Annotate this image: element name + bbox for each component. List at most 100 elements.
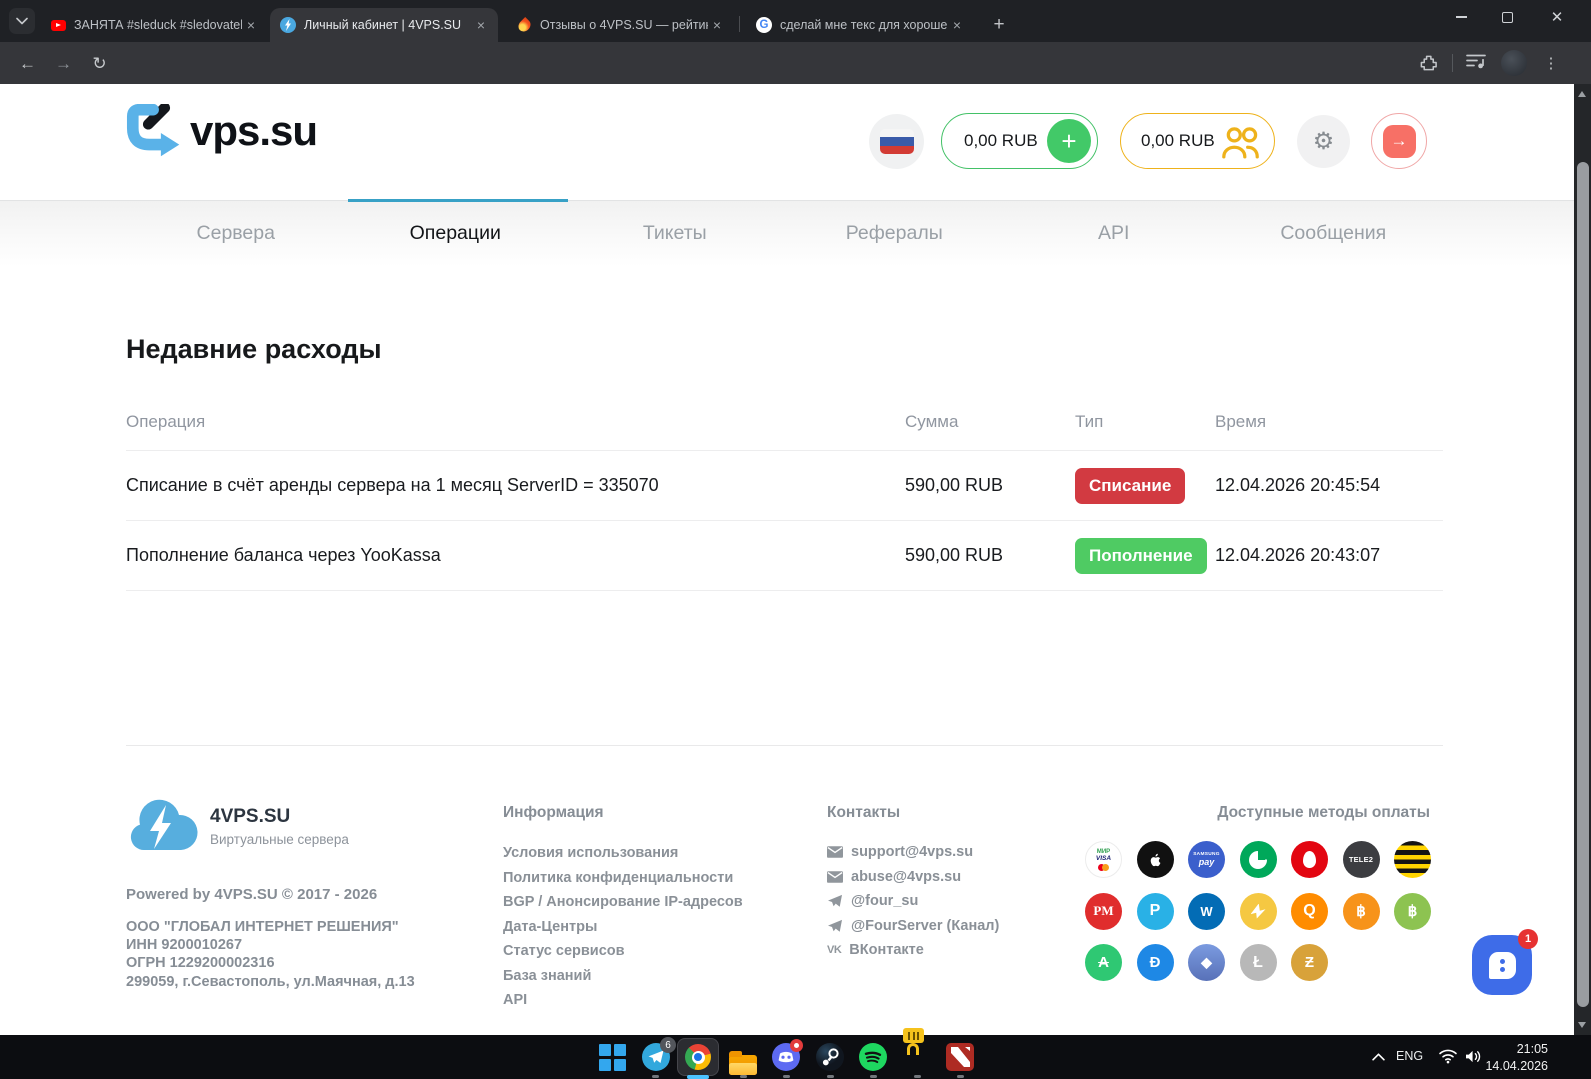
- tab-close-icon[interactable]: ×: [948, 16, 966, 34]
- page-content: vps.su 0,00 RUB + 0,00 RUB ⚙ → Сер: [0, 84, 1574, 1035]
- nav-item-tickets[interactable]: Тикеты: [565, 200, 785, 266]
- nav-item-api[interactable]: API: [1004, 200, 1224, 266]
- tab-separator: [739, 16, 740, 32]
- dota2-icon: [946, 1043, 974, 1071]
- scroll-up-arrow-icon[interactable]: [1578, 91, 1586, 97]
- taskbar-password-lock[interactable]: [903, 1043, 931, 1071]
- payment-apple-pay-icon: [1137, 841, 1174, 878]
- logo-arrow-icon: [126, 104, 188, 158]
- contact-telegram-support[interactable]: @four_su: [827, 893, 999, 909]
- referral-balance-pill[interactable]: 0,00 RUB: [1120, 113, 1275, 169]
- link-bgp[interactable]: BGP / Анонсирование IP-адресов: [503, 895, 743, 910]
- link-terms[interactable]: Условия использования: [503, 846, 743, 861]
- window-maximize-button[interactable]: [1484, 0, 1530, 34]
- running-indicator: [783, 1075, 790, 1078]
- column-header-time: Время: [1215, 412, 1443, 432]
- window-minimize-button[interactable]: [1438, 0, 1484, 34]
- payment-payeer-icon: P: [1137, 893, 1174, 930]
- taskbar-steam[interactable]: [816, 1043, 844, 1071]
- footer-info-title: Информация: [503, 804, 604, 822]
- tab-close-icon[interactable]: ×: [472, 16, 490, 34]
- nav-item-messages[interactable]: Сообщения: [1224, 200, 1444, 266]
- folder-icon: [729, 1055, 757, 1075]
- link-datacenters[interactable]: Дата-Центры: [503, 920, 743, 935]
- nav-item-referrals[interactable]: Рефералы: [785, 200, 1005, 266]
- tray-time: 21:05: [1478, 1041, 1548, 1058]
- contact-support-email[interactable]: support@4vps.su: [827, 844, 999, 860]
- tray-chevron-up-icon[interactable]: [1372, 1048, 1385, 1066]
- taskbar-file-explorer[interactable]: [729, 1043, 757, 1071]
- windows-logo-icon: [598, 1043, 626, 1072]
- footer-info-links: Условия использования Политика конфиденц…: [503, 846, 743, 1008]
- discord-notification-badge: [790, 1039, 803, 1052]
- payment-bitcoin-cash-icon: ฿: [1394, 893, 1431, 930]
- tab-youtube[interactable]: ЗАНЯТА #sleduck #sledovatel # ×: [40, 8, 268, 42]
- new-tab-button[interactable]: +: [986, 12, 1012, 38]
- company-inn: ИНН 9200010267: [126, 936, 415, 954]
- contact-vk[interactable]: VK ВКонтакте: [827, 942, 999, 958]
- balance-pill[interactable]: 0,00 RUB +: [941, 113, 1098, 169]
- link-status[interactable]: Статус сервисов: [503, 944, 743, 959]
- tab-close-icon[interactable]: ×: [708, 16, 726, 34]
- browser-tab-bar: ЗАНЯТА #sleduck #sledovatel # × Личный к…: [0, 0, 1591, 42]
- operation-cell: Пополнение баланса через YooKassa: [126, 545, 905, 566]
- settings-button[interactable]: ⚙: [1297, 115, 1350, 168]
- media-controls-icon[interactable]: [1466, 53, 1486, 75]
- tray-clock[interactable]: 21:05 14.04.2026: [1478, 1041, 1548, 1074]
- referrals-people-icon: [1220, 125, 1262, 160]
- scrollbar-thumb[interactable]: [1577, 162, 1589, 1007]
- tray-language[interactable]: ENG: [1396, 1049, 1423, 1063]
- payment-beeline-icon: [1394, 841, 1431, 878]
- extensions-icon[interactable]: [1419, 53, 1438, 77]
- browser-menu-icon[interactable]: ⋮: [1541, 50, 1561, 76]
- table-header-row: Операция Сумма Тип Время: [126, 400, 1443, 450]
- column-header-type: Тип: [1075, 412, 1215, 432]
- referral-amount: 0,00 RUB: [1141, 131, 1215, 151]
- payment-litecoin-icon: Ł: [1240, 944, 1277, 981]
- taskbar-spotify[interactable]: [859, 1043, 887, 1071]
- mail-icon: [827, 846, 843, 858]
- column-header-operation: Операция: [126, 412, 905, 432]
- wifi-icon[interactable]: [1438, 1048, 1458, 1069]
- table-row: Списание в счёт аренды сервера на 1 меся…: [126, 450, 1443, 520]
- site-logo[interactable]: vps.su: [126, 104, 317, 158]
- payment-tele2-icon: TELE2: [1343, 841, 1380, 878]
- contact-abuse-email[interactable]: abuse@4vps.su: [827, 869, 999, 885]
- link-privacy[interactable]: Политика конфиденциальности: [503, 871, 743, 886]
- windows-taskbar: 6: [0, 1035, 1591, 1079]
- start-button[interactable]: [598, 1043, 626, 1071]
- link-knowledge-base[interactable]: База знаний: [503, 969, 743, 984]
- transactions-table: Операция Сумма Тип Время Списание в счёт…: [126, 400, 1443, 591]
- profile-avatar[interactable]: [1501, 50, 1527, 76]
- amount-cell: 590,00 RUB: [905, 475, 1075, 496]
- window-close-button[interactable]: ✕: [1534, 0, 1580, 34]
- forward-button[interactable]: →: [50, 50, 77, 77]
- russia-flag-icon: [880, 129, 914, 154]
- taskbar-dota2[interactable]: [946, 1043, 974, 1071]
- tab-close-icon[interactable]: ×: [242, 16, 260, 34]
- type-badge-credit: Пополнение: [1075, 538, 1207, 574]
- nav-item-operations[interactable]: Операции: [346, 200, 566, 266]
- page-scrollbar[interactable]: [1574, 84, 1591, 1035]
- logout-button[interactable]: →: [1371, 113, 1427, 169]
- scroll-down-arrow-icon[interactable]: [1578, 1022, 1586, 1028]
- tab-search-button[interactable]: [9, 8, 35, 34]
- taskbar-chrome-active[interactable]: [677, 1038, 719, 1076]
- back-button[interactable]: ←: [14, 50, 41, 77]
- running-indicator: [870, 1075, 877, 1078]
- reload-button[interactable]: ↻: [86, 50, 113, 77]
- payment-samsung-pay-icon: SAMSUNG pay: [1188, 841, 1225, 878]
- tab-google-search[interactable]: G сделай мне текс для хорошего ×: [746, 8, 974, 42]
- tab-title: Личный кабинет | 4VPS.SU: [304, 18, 472, 32]
- tray-date: 14.04.2026: [1478, 1058, 1548, 1075]
- link-api[interactable]: API: [503, 993, 743, 1008]
- gear-icon: ⚙: [1313, 127, 1335, 156]
- nav-item-servers[interactable]: Сервера: [126, 200, 346, 266]
- top-up-plus-icon[interactable]: +: [1047, 119, 1091, 163]
- contact-telegram-channel[interactable]: @FourServer (Канал): [827, 918, 999, 934]
- support-chat-widget[interactable]: 1: [1472, 935, 1532, 995]
- tab-reviews[interactable]: Отзывы о 4VPS.SU — рейтинг ×: [506, 8, 734, 42]
- spotify-icon: [859, 1043, 887, 1071]
- language-flag-button[interactable]: [869, 114, 924, 169]
- tab-4vps-dashboard[interactable]: Личный кабинет | 4VPS.SU ×: [270, 8, 498, 42]
